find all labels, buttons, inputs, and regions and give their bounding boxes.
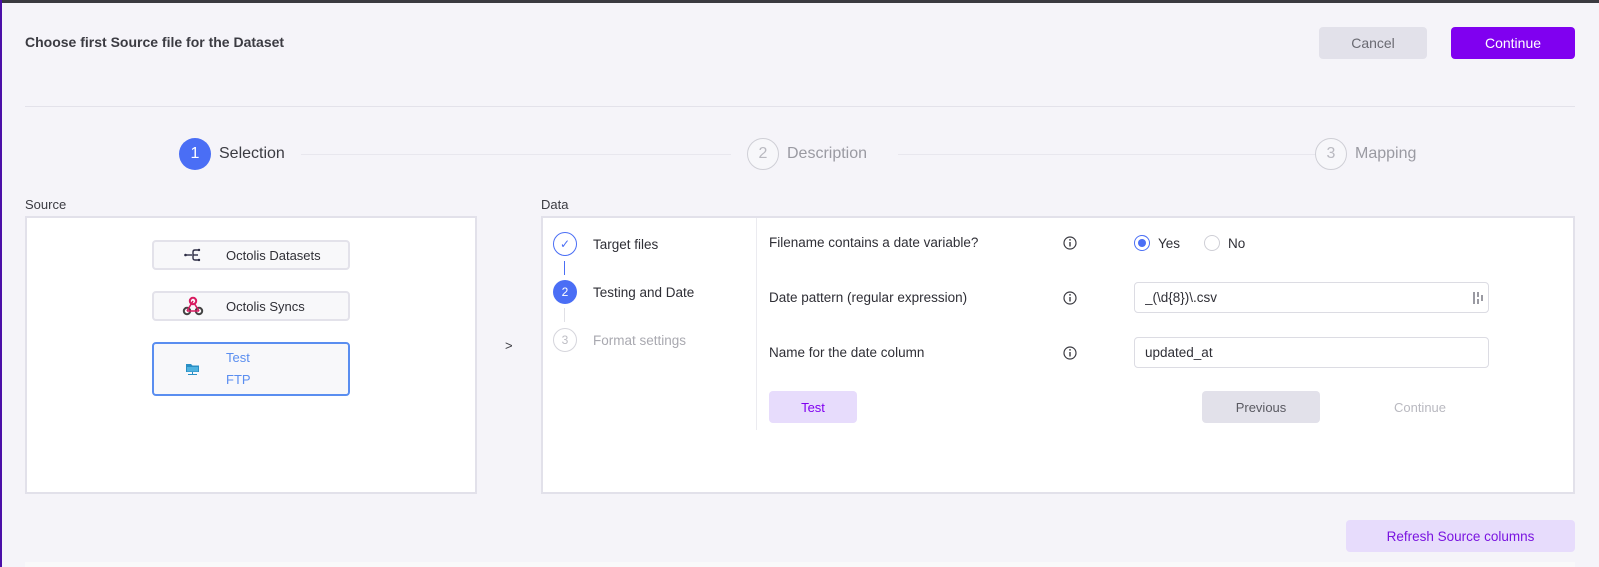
data-section-label: Data [541,197,569,212]
substep-connector [564,308,565,322]
date-column-input[interactable] [1134,337,1489,368]
input-extension-icon[interactable] [1472,291,1484,305]
test-button[interactable]: Test [769,391,857,423]
radio-yes[interactable] [1134,235,1150,251]
step-number-badge: 2 [747,138,779,170]
radio-no[interactable] [1204,235,1221,251]
dataset-branch-icon [178,248,208,262]
ftp-folder-icon [178,362,208,376]
stepper-connector [301,154,731,155]
stepper-step-description[interactable]: 2 Description [747,138,867,170]
substep-label: Target files [593,236,659,252]
step-label: Selection [219,145,285,162]
source-item-octolis-syncs[interactable]: Octolis Syncs [152,291,350,321]
source-section-label: Source [25,197,67,212]
window-left-accent [0,0,2,567]
footer-strip [25,562,1575,567]
page-title: Choose first Source file for the Dataset [25,34,285,50]
info-icon[interactable] [1063,236,1077,250]
previous-button[interactable]: Previous [1202,391,1320,423]
substep-continue-button[interactable]: Continue [1361,391,1479,423]
step-number-badge: 3 [1315,138,1347,170]
data-panel: ✓ Target files 2 Testing and Date 3 Form… [541,216,1575,494]
header-divider [25,106,1575,107]
source-item-octolis-datasets[interactable]: Octolis Datasets [152,240,350,270]
source-item-name: Test [226,350,250,365]
info-icon[interactable] [1063,291,1077,305]
date-column-label: Name for the date column [769,345,925,360]
stepper-connector [898,154,1318,155]
source-panel: Octolis Datasets Octolis Syncs Test FTP [25,216,477,494]
substep-testing-and-date[interactable]: 2 Testing and Date [553,280,694,304]
date-variable-label: Filename contains a date variable? [769,235,979,250]
date-pattern-label: Date pattern (regular expression) [769,290,968,305]
source-to-data-arrow: > [505,338,513,353]
source-item-type: FTP [226,372,251,387]
step-label: Description [787,145,868,162]
check-icon: ✓ [553,232,577,256]
radio-yes-label: Yes [1158,235,1181,251]
substep-format-settings[interactable]: 3 Format settings [553,328,686,352]
data-substeps: ✓ Target files 2 Testing and Date 3 Form… [543,218,757,430]
radio-no-label: No [1228,235,1246,251]
stepper-step-selection[interactable]: 1 Selection [179,138,285,170]
substep-target-files[interactable]: ✓ Target files [553,232,658,256]
window-top-border [0,0,1599,3]
source-item-label-group: Test FTP [226,347,251,391]
step-number-badge: 1 [179,138,211,170]
date-variable-radio-group: Yes No [1134,235,1269,251]
source-item-label: Octolis Datasets [226,247,321,263]
step-label: Mapping [1355,145,1417,162]
substep-label: Testing and Date [593,284,695,300]
substep-number-badge: 3 [553,328,577,352]
substep-number-badge: 2 [553,280,577,304]
refresh-source-columns-button[interactable]: Refresh Source columns [1346,520,1575,552]
substep-connector [564,261,565,275]
cancel-button[interactable]: Cancel [1319,27,1427,59]
info-icon[interactable] [1063,346,1077,360]
webhook-icon [178,296,208,316]
stepper-step-mapping[interactable]: 3 Mapping [1315,138,1416,170]
substep-label: Format settings [593,332,687,348]
date-pattern-input[interactable] [1134,282,1489,313]
source-item-test-ftp[interactable]: Test FTP [152,342,350,396]
source-item-label: Octolis Syncs [226,298,305,314]
continue-button[interactable]: Continue [1451,27,1575,59]
